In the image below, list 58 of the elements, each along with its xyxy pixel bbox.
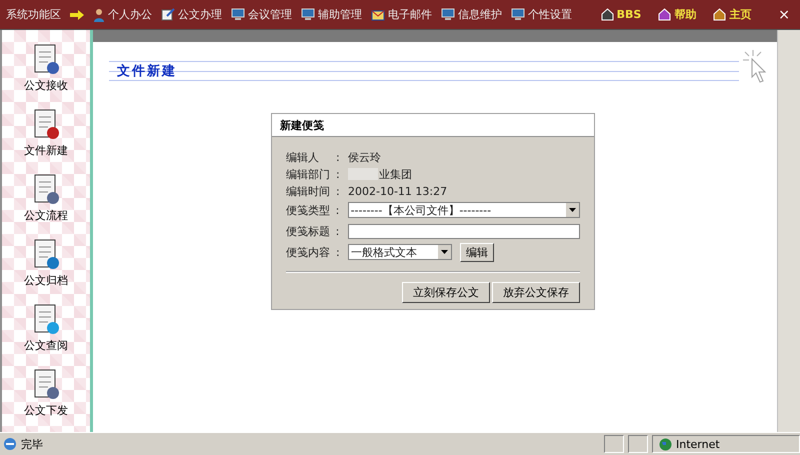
dialog-title: 新建便笺 bbox=[280, 118, 324, 132]
menu-item[interactable]: 个性设置 bbox=[511, 7, 572, 22]
colon: : bbox=[336, 168, 341, 180]
colon: : bbox=[336, 150, 341, 164]
field-value: 侯云玲 bbox=[348, 150, 381, 164]
dialog-button[interactable]: 放弃公文保存 bbox=[492, 282, 580, 303]
page-title: 文件新建 bbox=[116, 62, 177, 80]
sidebar-item[interactable]: 公文下发 bbox=[24, 367, 68, 418]
menu-title: 系统功能区 bbox=[6, 7, 61, 22]
field-label: 便笺标题 bbox=[286, 224, 331, 238]
arrow-icon bbox=[70, 10, 84, 20]
cursor-icon bbox=[743, 50, 769, 84]
menu-item[interactable]: 信息维护 bbox=[441, 7, 502, 22]
zone-text: Internet bbox=[676, 438, 720, 450]
colon: : bbox=[336, 224, 340, 238]
field-label: 编辑人 bbox=[286, 150, 320, 164]
colon: : bbox=[336, 184, 341, 198]
caret-icon bbox=[569, 208, 576, 212]
field-value: 2002-10-11 13:27 bbox=[348, 184, 448, 198]
monitor-icon bbox=[441, 8, 455, 21]
menu-link[interactable]: BBS bbox=[600, 8, 642, 21]
caret-icon bbox=[441, 250, 448, 254]
person-icon bbox=[93, 8, 105, 22]
type-select[interactable]: --------【本公司文件】-------- bbox=[348, 202, 580, 218]
sidebar-item[interactable]: 文件新建 bbox=[24, 107, 68, 158]
monitor-icon bbox=[231, 8, 245, 21]
monitor-icon bbox=[511, 8, 525, 21]
close-button[interactable]: × bbox=[774, 6, 794, 22]
menu-item[interactable]: 个人办公 bbox=[93, 7, 152, 22]
scrollbar[interactable] bbox=[777, 30, 800, 432]
title-input[interactable] bbox=[348, 224, 580, 238]
colon: : bbox=[336, 204, 340, 216]
dialog-button[interactable]: 立刻保存公文 bbox=[402, 282, 490, 303]
menu-link[interactable]: 帮助 bbox=[658, 7, 696, 22]
content-select[interactable]: 一般格式文本 bbox=[348, 244, 452, 260]
field-label: 编辑时间 bbox=[286, 184, 331, 198]
menu-item[interactable]: 会议管理 bbox=[231, 7, 292, 22]
globe-icon bbox=[659, 438, 672, 450]
field-label: 便笺类型 bbox=[286, 202, 331, 218]
notepad-icon bbox=[161, 8, 175, 21]
menu-item[interactable]: 辅助管理 bbox=[301, 7, 362, 22]
sidebar-item[interactable]: 公文归档 bbox=[24, 237, 68, 288]
menu-item[interactable]: 电子邮件 bbox=[371, 7, 432, 22]
menu-item[interactable]: 公文办理 bbox=[161, 7, 222, 22]
status-panel bbox=[604, 435, 624, 453]
colon: : bbox=[336, 246, 341, 258]
status-text: 完毕 bbox=[21, 436, 44, 452]
field-value: 业集团 bbox=[379, 166, 412, 182]
menu-link[interactable]: 主页 bbox=[713, 7, 752, 22]
field-label: 便笺内容 bbox=[286, 244, 331, 260]
sidebar-item[interactable]: 公文接收 bbox=[24, 42, 68, 93]
field-label: 编辑部门 bbox=[286, 166, 331, 182]
status-panel bbox=[628, 435, 648, 453]
sidebar-item[interactable]: 公文流程 bbox=[24, 172, 68, 223]
sidebar-item[interactable]: 公文查阅 bbox=[24, 302, 68, 353]
edit-button[interactable]: 编辑 bbox=[460, 242, 494, 262]
mail-icon bbox=[371, 8, 385, 20]
monitor-icon bbox=[301, 8, 315, 21]
